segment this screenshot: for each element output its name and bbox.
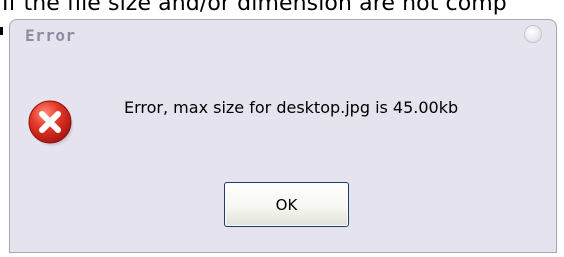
dialog-title: Error <box>25 26 76 45</box>
background-instruction-text: If the file size and/or dimension are no… <box>2 0 507 16</box>
error-dialog: Error Error, max size for desktop.jpg is… <box>9 19 557 253</box>
ok-button[interactable]: OK <box>224 182 349 227</box>
error-message: Error, max size for desktop.jpg is 45.00… <box>124 98 459 117</box>
close-icon[interactable] <box>524 25 542 43</box>
error-x-icon <box>28 100 74 147</box>
dialog-titlebar: Error <box>10 20 556 50</box>
edge-mark <box>0 27 3 35</box>
